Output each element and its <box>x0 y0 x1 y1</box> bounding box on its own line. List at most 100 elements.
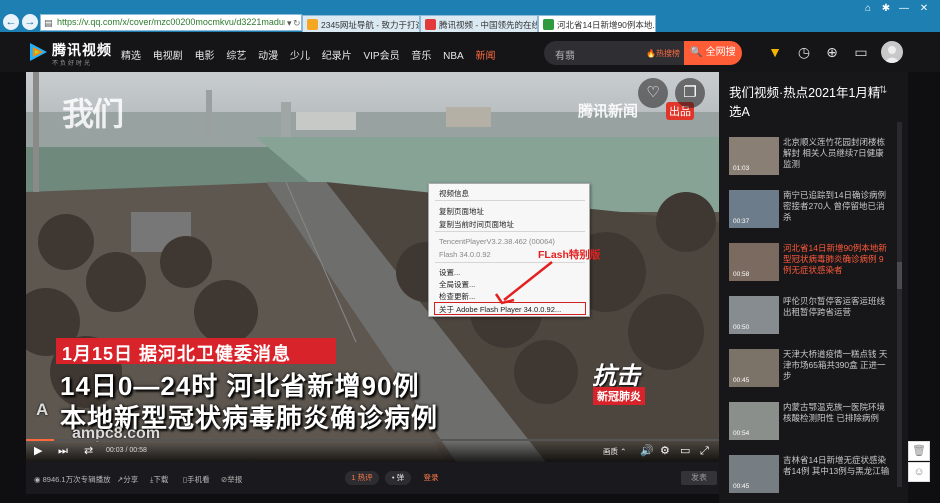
playback-time: 00:03 / 00:58 <box>106 447 147 454</box>
danmu-toggle[interactable]: • 弹 <box>385 471 411 485</box>
share-button[interactable]: ↗分享 <box>117 474 138 485</box>
nav-item[interactable]: 电视剧 <box>153 51 183 62</box>
search-placeholder: 有翡 <box>555 51 575 62</box>
wemedia-watermark: 我们 <box>62 96 124 132</box>
play-icon[interactable]: ▶ <box>34 445 42 457</box>
tab-favicon <box>307 19 318 30</box>
progress-fill <box>26 439 54 441</box>
avatar[interactable] <box>881 41 903 63</box>
hot-comments-count[interactable]: 1 热评 <box>345 471 379 485</box>
nav-item[interactable]: 综艺 <box>226 51 246 62</box>
dropdown-icon[interactable]: ▾ <box>287 18 292 29</box>
next-icon[interactable]: ⏭ <box>58 445 68 457</box>
video-duration: 00:45 <box>733 377 750 384</box>
history-icon[interactable]: ◷ <box>795 43 813 61</box>
video-thumbnail[interactable]: 00:50 <box>729 296 779 334</box>
playlist-item[interactable]: 01:03 北京顺义莲竹花园封闭楼栋解封 相关人员继续7日健康监测 <box>729 137 899 183</box>
playlist-item[interactable]: 00:37 南宁已追踪到14日确诊病例密接者270人 曾停留地已消杀 <box>729 190 899 236</box>
forward-icon[interactable]: → <box>22 14 38 30</box>
nav-item[interactable]: 少儿 <box>290 51 310 62</box>
loop-icon[interactable]: ⇄ <box>84 445 93 457</box>
volume-icon[interactable]: 🔊 <box>640 445 654 457</box>
feedback-icon[interactable]: ☺ <box>908 462 930 482</box>
video-title[interactable]: 北京顺义莲竹花园封闭楼栋解封 相关人员继续7日健康监测 <box>783 137 891 171</box>
nav-item[interactable]: 电影 <box>195 51 215 62</box>
video-title[interactable]: 吉林省14日新增无症状感染者14例 其中13例与黑龙江输 <box>783 455 891 489</box>
tab-hebei-news[interactable]: 河北省14日新增90例本地... <box>538 15 656 32</box>
search-button[interactable]: 🔍 全网搜 <box>684 41 742 65</box>
menu-global-settings[interactable]: 全局设置... <box>439 279 475 290</box>
video-title[interactable]: 南宁已追踪到14日确诊病例密接者270人 曾停留地已消杀 <box>783 190 891 224</box>
video-duration: 00:50 <box>733 324 750 331</box>
minimize-button[interactable]: — <box>896 3 912 14</box>
settings-gear-icon[interactable]: ⚙ <box>660 445 670 457</box>
refresh-icon[interactable]: ↻ <box>293 18 301 29</box>
menu-copy-time-url[interactable]: 复制当前时间页面地址 <box>439 219 514 230</box>
phone-watch-button[interactable]: ▯手机看 <box>183 474 210 485</box>
fullscreen-icon[interactable]: ⤢ <box>700 445 709 457</box>
playlist-item[interactable]: 00:45 天津大桥道疫情一糕点钱 天津市场65箱共390盒 正进一步 <box>729 349 899 395</box>
playlist-item[interactable]: 00:45 吉林省14日新增无症状感染者14例 其中13例与黑龙江输 <box>729 455 899 501</box>
video-thumbnail[interactable]: 00:45 <box>729 455 779 493</box>
video-duration: 00:45 <box>733 483 750 490</box>
home-icon[interactable]: ⌂ <box>860 3 876 14</box>
vip-icon[interactable]: ▼ <box>766 43 784 61</box>
search-input[interactable]: 有翡 🔥热搜榜 <box>544 41 684 65</box>
nav-item[interactable]: 精选 <box>121 51 141 62</box>
stamp-small: 新冠肺炎 <box>593 387 645 405</box>
hot-search-link[interactable]: 🔥热搜榜 <box>646 48 680 59</box>
menu-check-update[interactable]: 检查更新... <box>439 291 475 302</box>
video-title[interactable]: 呼伦贝尔暂停客运客运班线 出租暂停跨省运营 <box>783 296 891 330</box>
filter-icon[interactable]: ⇅ <box>879 85 887 96</box>
message-icon[interactable]: ▭ <box>852 43 870 61</box>
upload-icon[interactable]: ⊕ <box>823 43 841 61</box>
stamp-big: 抗击 <box>592 363 640 390</box>
video-duration: 00:58 <box>733 271 750 278</box>
nav-item[interactable]: 纪录片 <box>322 51 352 62</box>
nav-item[interactable]: NBA <box>443 51 464 62</box>
menu-divider <box>435 231 585 232</box>
address-bar[interactable]: ▤ https://v.qq.com/x/cover/mzc00200mocmk… <box>40 14 302 31</box>
video-thumbnail[interactable]: 00:45 <box>729 349 779 387</box>
menu-settings[interactable]: 设置... <box>439 267 460 278</box>
playlist-item[interactable]: 00:50 呼伦贝尔暂停客运客运班线 出租暂停跨省运营 <box>729 296 899 342</box>
login-link[interactable]: 登录 <box>417 471 445 485</box>
send-danmu-button[interactable]: 发表 <box>681 471 717 485</box>
video-thumbnail[interactable]: 01:03 <box>729 137 779 175</box>
menu-divider <box>435 200 585 201</box>
close-button[interactable]: ✕ <box>916 3 932 14</box>
tab-2345[interactable]: 2345网址导航 - 致力于打造百... <box>302 15 420 32</box>
back-icon[interactable]: ← <box>3 14 19 30</box>
nav-item-news[interactable]: 新闻 <box>476 51 496 62</box>
widescreen-icon[interactable]: ▭ <box>680 445 690 457</box>
menu-player-version: TencentPlayerV3.2.38.462 (00064) <box>439 237 555 246</box>
play-count: ◉ 8946.1万次专辑播放 <box>34 475 111 484</box>
pip-button[interactable]: ❐ <box>675 78 705 108</box>
video-duration: 00:37 <box>733 218 750 225</box>
video-duration: 01:03 <box>733 165 750 172</box>
nav-item[interactable]: 动漫 <box>258 51 278 62</box>
video-title[interactable]: 河北省14日新增90例本地新型冠状病毒肺炎确诊病例 9例无症状感染者 <box>783 243 891 277</box>
favorite-button[interactable]: ♡ <box>638 78 668 108</box>
trash-icon[interactable]: 🗑 <box>908 441 930 461</box>
playlist-item[interactable]: 00:58 河北省14日新增90例本地新型冠状病毒肺炎确诊病例 9例无症状感染者 <box>729 243 899 289</box>
video-title[interactable]: 天津大桥道疫情一糕点钱 天津市场65箱共390盒 正进一步 <box>783 349 891 383</box>
download-button[interactable]: ⤓下载 <box>150 474 168 485</box>
nav-item[interactable]: VIP会员 <box>363 51 399 62</box>
video-thumbnail[interactable]: 00:58 <box>729 243 779 281</box>
video-title[interactable]: 内蒙古鄂温克族一医院环境核酸检测阳性 已排除病例 <box>783 402 891 436</box>
video-thumbnail[interactable]: 00:54 <box>729 402 779 440</box>
tab-label: 腾讯视频 - 中国领先的在线视... <box>439 20 537 30</box>
quality-selector[interactable]: 画质 ⌃ <box>603 446 626 457</box>
menu-copy-url[interactable]: 复制页面地址 <box>439 206 484 217</box>
report-button[interactable]: ⊘举报 <box>221 474 242 485</box>
caption-date: 1月15日 据河北卫健委消息 <box>56 338 336 364</box>
tencent-video-logo[interactable] <box>26 40 50 64</box>
settings-icon[interactable]: ✱ <box>878 3 894 14</box>
progress-bar[interactable] <box>26 439 719 441</box>
playlist-item[interactable]: 00:54 内蒙古鄂温克族一医院环境核酸检测阳性 已排除病例 <box>729 402 899 448</box>
tab-tencent-video[interactable]: 腾讯视频 - 中国领先的在线视... <box>420 15 538 32</box>
menu-video-info[interactable]: 视频信息 <box>439 188 469 199</box>
video-thumbnail[interactable]: 00:37 <box>729 190 779 228</box>
nav-item[interactable]: 音乐 <box>411 51 431 62</box>
